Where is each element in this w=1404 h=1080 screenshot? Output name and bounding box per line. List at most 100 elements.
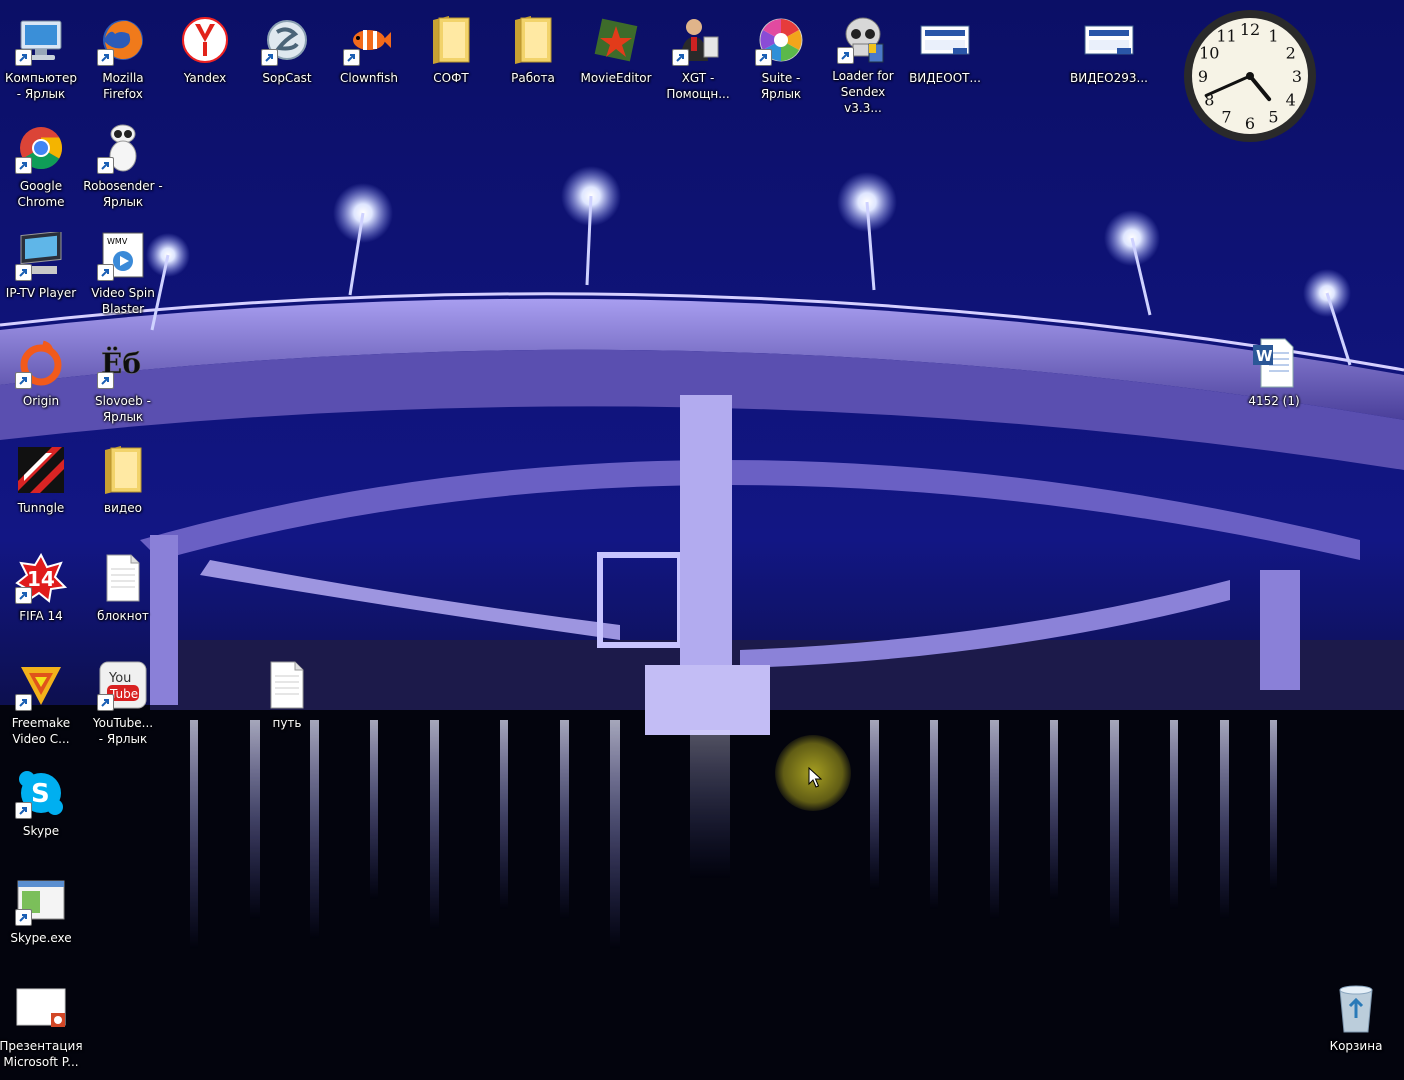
recycle-bin-icon [1330, 982, 1382, 1034]
fifa-icon: 14 [15, 552, 67, 604]
shortcut-arrow-icon [97, 157, 114, 174]
desktop-icon-label: Slovoeb - Ярлык [95, 394, 151, 424]
desktop-icon-tunngle[interactable]: Tunngle [0, 438, 82, 542]
clock-number: 7 [1221, 108, 1231, 127]
desktop-icon-label: Yandex [183, 71, 227, 85]
desktop-icon-fifa[interactable]: 14 FIFA 14 [0, 546, 82, 650]
desktop-icon-suite[interactable]: Suite - Ярлык [740, 8, 822, 112]
desktop-icon-recycle[interactable]: Корзина [1315, 976, 1397, 1080]
desktop-icon-videospin[interactable]: WMV Video Spin Blaster [82, 223, 164, 327]
desktop-icon-xgt[interactable]: XGT - Помощн... [657, 8, 739, 112]
desktop-icon-label: ВИДЕООТ... [909, 71, 981, 85]
shortcut-arrow-icon [15, 694, 32, 711]
desktop-icon-video293[interactable]: ВИДЕО293... [1068, 8, 1150, 112]
desktop-icon-rabota[interactable]: Работа [492, 8, 574, 112]
youtube-icon: You Tube [97, 659, 149, 711]
desktop-icon-label: Корзина [1329, 1039, 1383, 1053]
freemake-icon [15, 659, 67, 711]
desktop-icon-label: блокнот [97, 609, 149, 623]
text-file-icon [97, 552, 149, 604]
shortcut-arrow-icon [15, 372, 32, 389]
skull-icon [837, 14, 889, 64]
movieeditor-icon [590, 14, 642, 66]
desktop-icon-slovoeb[interactable]: Ёб Slovoeb - Ярлык [82, 331, 164, 435]
desktop-icon-label: ВИДЕО293... [1070, 71, 1148, 85]
desktop-icon-videoot[interactable]: ВИДЕООТ... [904, 8, 986, 112]
desktop-icon-label: Skype.exe [10, 931, 72, 945]
desktop-icon-label: Clownfish [340, 71, 398, 85]
clock-number: 4 [1286, 91, 1296, 110]
desktop-icon-computer[interactable]: Компьютер - Ярлык [0, 8, 82, 112]
shortcut-arrow-icon [343, 49, 360, 66]
desktop-icon-label: Origin [22, 394, 60, 408]
desktop-icon-movieeditor[interactable]: MovieEditor [575, 8, 657, 112]
shortcut-arrow-icon [837, 47, 854, 64]
desktop-icon-youtube[interactable]: You Tube YouTube... - Ярлык [82, 653, 164, 757]
wmv-icon: WMV [97, 229, 149, 281]
folder-icon [425, 14, 477, 66]
tunngle-icon [15, 444, 67, 496]
desktop-icon-robosender[interactable]: Robosender - Ярлык [82, 116, 164, 220]
robot-icon [97, 122, 149, 174]
shortcut-arrow-icon [97, 694, 114, 711]
desktop-icon-skypeexe[interactable]: Skype.exe [0, 868, 82, 972]
desktop-icon-label: Работа [511, 71, 555, 85]
desktop-icon-label: Компьютер - Ярлык [5, 71, 77, 101]
desktop-wallpaper [0, 0, 1404, 1080]
svg-text:WMV: WMV [107, 237, 128, 246]
svg-text:You: You [108, 671, 131, 686]
desktop-icon-video[interactable]: видео [82, 438, 164, 542]
clock-number: 10 [1199, 44, 1219, 63]
desktop-icon-sopcast[interactable]: SopCast [246, 8, 328, 112]
shortcut-arrow-icon [15, 802, 32, 819]
desktop-icon-origin[interactable]: Origin [0, 331, 82, 435]
desktop-icon-freemake[interactable]: Freemake Video C... [0, 653, 82, 757]
shortcut-arrow-icon [755, 49, 772, 66]
shortcut-arrow-icon [15, 909, 32, 926]
clock-number: 9 [1198, 67, 1208, 86]
assistant-icon [672, 14, 724, 66]
desktop-icon-skype[interactable]: S Skype [0, 761, 82, 865]
desktop-icon-soft[interactable]: СОФТ [410, 8, 492, 112]
desktop-icon-label: YouTube... - Ярлык [92, 716, 154, 746]
clock-gadget[interactable]: 12 1234567891011 [1180, 6, 1320, 146]
computer-icon [15, 14, 67, 66]
shortcut-arrow-icon [15, 264, 32, 281]
desktop-icon-firefox[interactable]: Mozilla Firefox [82, 8, 164, 112]
window-icon [15, 874, 67, 926]
mouse-pointer-icon [808, 767, 822, 788]
desktop-icon-label: IP-TV Player [5, 286, 77, 300]
video-file-icon [1083, 14, 1135, 66]
svg-text:S: S [31, 779, 50, 809]
desktop-icon-label: СОФТ [433, 71, 469, 85]
desktop-icon-label: Skype [22, 824, 60, 838]
powerpoint-icon [15, 982, 67, 1034]
desktop-icon-yandex[interactable]: Yandex [164, 8, 246, 112]
desktop-icon-loader[interactable]: Loader for Sendex v3.3... [822, 8, 904, 115]
sopcast-icon [261, 14, 313, 66]
desktop-icon-bloknot[interactable]: блокнот [82, 546, 164, 650]
desktop-icon-chrome[interactable]: Google Chrome [0, 116, 82, 220]
desktop-icon-label: путь [272, 716, 302, 730]
yandex-icon [179, 14, 231, 66]
skype-icon: S [15, 767, 67, 819]
desktop-icon-word4152[interactable]: W 4152 (1) [1233, 331, 1315, 435]
desktop-icon-label: Robosender - Ярлык [83, 179, 163, 209]
desktop-icon-label: 4152 (1) [1248, 394, 1300, 408]
desktop-icon-put[interactable]: путь [246, 653, 328, 757]
desktop-icon-label: SopCast [262, 71, 312, 85]
clock-number: 12 [1240, 20, 1260, 39]
slovoeb-icon: Ёб [97, 337, 149, 389]
clownfish-icon [343, 14, 395, 66]
desktop-icon-label: Freemake Video C... [11, 716, 71, 746]
shortcut-arrow-icon [15, 49, 32, 66]
desktop-icon-clownfish[interactable]: Clownfish [328, 8, 410, 112]
video-file-icon [919, 14, 971, 66]
chrome-icon [15, 122, 67, 174]
origin-icon [15, 337, 67, 389]
shortcut-arrow-icon [97, 264, 114, 281]
desktop-icon-presentation[interactable]: Презентация Microsoft P... [0, 976, 83, 1080]
shortcut-arrow-icon [97, 49, 114, 66]
svg-text:W: W [1256, 347, 1273, 365]
desktop-icon-iptv[interactable]: IP-TV Player [0, 223, 82, 327]
